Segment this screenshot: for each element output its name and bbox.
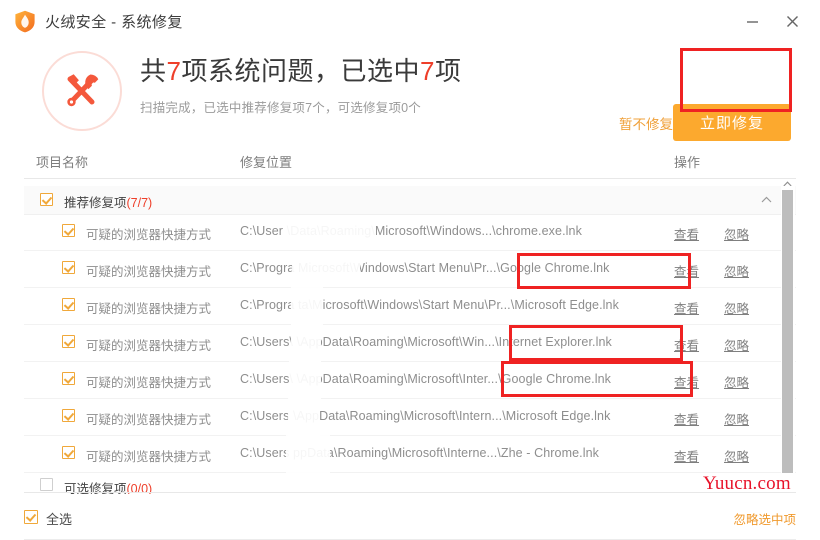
row-ignore-link[interactable]: 忽略 [724,335,749,354]
row-view-link[interactable]: 查看 [674,298,699,317]
repair-item-list[interactable]: 可疑的浏览器快捷方式 C:\User \Data\Roaming\Microso… [24,214,796,476]
column-header-name: 项目名称 [36,155,89,170]
table-row[interactable]: 可疑的浏览器快捷方式 C:\Users \AppData\Roaming\Mic… [24,397,796,437]
scrollbar-thumb[interactable] [782,190,793,473]
row-view-link[interactable]: 查看 [674,446,699,465]
column-header-action: 操作 [674,155,701,170]
table-row[interactable]: 可疑的浏览器快捷方式 C:\Progra Microsoft\Windows\S… [24,251,796,288]
repair-now-button[interactable]: 立即修复 [673,104,791,141]
table-header: 项目名称 修复位置 操作 [24,146,796,179]
title-bar: 火绒安全 - 系统修复 [0,0,820,42]
summary-subline: 扫描完成，已选中推荐修复项7个，可选修复项0个 [140,101,422,115]
row-ignore-link[interactable]: 忽略 [724,409,749,428]
column-header-location: 修复位置 [240,155,293,170]
row-checkbox[interactable] [62,409,75,422]
headline-total-count: 7 [166,56,182,86]
row-ignore-link[interactable]: 忽略 [724,224,749,243]
group-row-recommended[interactable]: 推荐修复项(7/7) [24,186,796,215]
ignore-selected-link[interactable]: 忽略选中项 [733,509,796,528]
row-item-name: 可疑的浏览器快捷方式 [86,339,212,353]
table-row[interactable]: 可疑的浏览器快捷方式 C:\Users\ \AppData\Roaming\Mi… [24,360,796,400]
row-item-name: 可疑的浏览器快捷方式 [86,302,212,316]
row-ignore-link[interactable]: 忽略 [724,261,749,280]
row-item-name: 可疑的浏览器快捷方式 [86,228,212,242]
table-row[interactable]: 可疑的浏览器快捷方式 C:\Users ppData\Roaming\Micro… [24,434,796,474]
summary-texts: 共7项系统问题，已选中7项 扫描完成，已选中推荐修复项7个，可选修复项0个 [140,54,461,116]
select-all-label: 全选 [46,512,73,527]
wrench-screwdriver-icon [42,51,122,131]
row-item-path: C:\Progra Microsoft\Windows\Start Menu\P… [240,261,610,275]
minimize-button[interactable] [732,5,772,37]
table-row[interactable]: 可疑的浏览器快捷方式 C:\Progra ta\Microsoft\Window… [24,286,796,326]
table-row[interactable]: 可疑的浏览器快捷方式 C:\Users\ \AppData\Roaming\Mi… [24,323,796,363]
group-checkbox-optional[interactable] [40,478,53,491]
huorong-system-repair-window: 火绒安全 - 系统修复 共7项系统问题，已选中7项 扫描完成，已选中推荐修复项7… [0,0,820,540]
row-view-link[interactable]: 查看 [674,335,699,354]
row-item-name: 可疑的浏览器快捷方式 [86,376,212,390]
headline-prefix: 共 [140,56,167,86]
window-title: 火绒安全 - 系统修复 [45,13,183,31]
row-checkbox[interactable] [62,372,75,385]
group-label-recommended: 推荐修复项(7/7) [64,192,152,211]
row-item-path: C:\Users ppData\Roaming\Microsoft\Intern… [240,446,600,460]
summary-banner: 共7项系统问题，已选中7项 扫描完成，已选中推荐修复项7个，可选修复项0个 暂不… [0,42,820,142]
watermark: Yuucn.com [703,473,791,494]
row-item-name: 可疑的浏览器快捷方式 [86,413,212,427]
row-checkbox[interactable] [62,224,75,237]
app-logo-icon [14,9,36,33]
headline-suffix: 项 [434,56,462,86]
row-checkbox[interactable] [62,298,75,311]
row-ignore-link[interactable]: 忽略 [724,372,749,391]
row-item-name: 可疑的浏览器快捷方式 [86,450,212,464]
row-view-link[interactable]: 查看 [674,372,699,391]
row-checkbox[interactable] [62,261,75,274]
select-all-checkbox[interactable] [24,510,38,524]
row-item-path: C:\Users \AppData\Roaming\Microsoft\Inte… [240,409,611,423]
row-view-link[interactable]: 查看 [674,409,699,428]
headline-selected-count: 7 [420,56,435,86]
row-item-path: C:\User \Data\Roaming\Microsoft\Windows.… [240,224,582,238]
footer-divider [24,492,796,493]
footer-bar: 全选 忽略选中项 [0,494,820,540]
summary-headline: 共7项系统问题，已选中7项 [140,54,461,88]
row-checkbox[interactable] [62,446,75,459]
row-view-link[interactable]: 查看 [674,224,699,243]
row-checkbox[interactable] [62,335,75,348]
table-row[interactable]: 可疑的浏览器快捷方式 C:\User \Data\Roaming\Microso… [24,214,796,251]
row-ignore-link[interactable]: 忽略 [724,446,749,465]
row-item-path: C:\Users\ \AppData\Roaming\Microsoft\Int… [240,372,612,386]
window-controls [732,0,812,42]
row-item-name: 可疑的浏览器快捷方式 [86,265,212,279]
group-count: (7/7) [126,196,153,210]
group-checkbox-recommended[interactable] [40,193,53,206]
row-view-link[interactable]: 查看 [674,261,699,280]
chevron-up-icon[interactable] [761,195,772,205]
group-row-optional[interactable]: 可选修复项(0/0) [24,474,796,494]
row-ignore-link[interactable]: 忽略 [724,298,749,317]
headline-middle: 项系统问题，已选中 [181,56,420,86]
close-button[interactable] [772,5,812,37]
row-item-path: C:\Progra ta\Microsoft\Windows\Start Men… [240,298,619,312]
row-item-path: C:\Users\ \AppData\Roaming\Microsoft\Win… [240,335,612,349]
repair-later-link[interactable]: 暂不修复 [619,113,673,133]
group-label-text: 推荐修复项 [64,196,127,210]
